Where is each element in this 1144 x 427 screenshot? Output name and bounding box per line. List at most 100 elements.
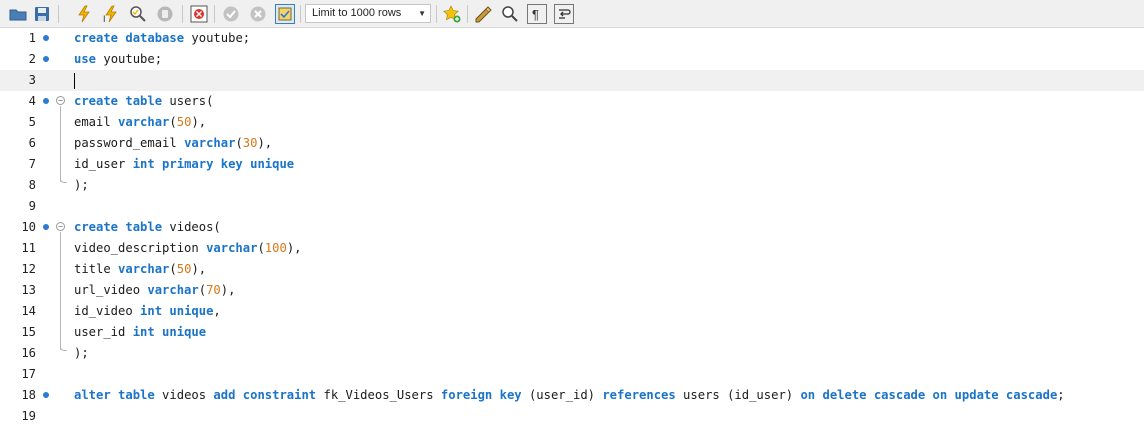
line-number: 7	[28, 157, 36, 171]
limit-rows-value: Limit to 1000 rows	[312, 7, 402, 19]
code-line[interactable]: 13 url_video varchar(70),	[0, 280, 1144, 301]
statement-marker-icon	[43, 98, 49, 104]
sql-identifier: );	[74, 178, 89, 192]
code-line[interactable]: 4 − create table users(	[0, 91, 1144, 112]
sql-identifier: ),	[191, 262, 207, 276]
line-number: 4	[28, 94, 36, 108]
code-line[interactable]: 2 use youtube;	[0, 49, 1144, 70]
line-number: 12	[21, 262, 36, 276]
code-text: url_video varchar(70),	[74, 280, 235, 301]
rollback-icon[interactable]	[248, 4, 268, 24]
invisible-chars-icon[interactable]: ¶	[527, 4, 547, 24]
line-number: 17	[21, 367, 36, 381]
sql-keyword: create	[74, 31, 119, 45]
sql-keyword: varchar	[184, 136, 236, 150]
code-line[interactable]: 17	[0, 364, 1144, 385]
code-line[interactable]: 7 id_user int primary key unique	[0, 154, 1144, 175]
fold-toggle-icon[interactable]: −	[56, 222, 65, 231]
sql-identifier: videos	[154, 388, 214, 402]
sql-keyword: varchar	[206, 241, 258, 255]
toggle-errors-icon[interactable]	[189, 4, 209, 24]
sql-identifier: (	[235, 136, 243, 150]
code-text: create database youtube;	[74, 28, 250, 49]
sql-identifier: video_description	[74, 241, 207, 255]
autocommit-icon[interactable]	[275, 4, 295, 24]
code-line[interactable]: 3	[0, 70, 1144, 91]
code-text: password_email varchar(30),	[74, 133, 272, 154]
svg-text:I: I	[103, 14, 106, 23]
execute-icon[interactable]	[74, 4, 94, 24]
statement-marker-icon	[43, 224, 49, 230]
sql-identifier: id_user	[74, 157, 133, 171]
sql-editor-toolbar: I Limit to 1000 rows ▼ ¶	[0, 0, 1144, 28]
code-line[interactable]: 18 alter table videos add constraint fk_V…	[0, 385, 1144, 406]
sql-number: 30	[242, 136, 258, 150]
find-icon[interactable]	[500, 4, 520, 24]
code-line[interactable]: 11 video_description varchar(100),	[0, 238, 1144, 259]
sql-keyword: use	[74, 52, 97, 66]
sql-keyword: foreign key	[440, 388, 522, 402]
code-line[interactable]: 9	[0, 196, 1144, 217]
commit-icon[interactable]	[221, 4, 241, 24]
sql-keyword: alter table	[74, 388, 155, 402]
code-text: video_description varchar(100),	[74, 238, 302, 259]
code-line[interactable]: 14 id_video int unique,	[0, 301, 1144, 322]
sql-identifier: );	[74, 346, 89, 360]
sql-identifier: fk_Videos_Users	[316, 388, 441, 402]
open-folder-icon[interactable]	[8, 4, 28, 24]
line-number: 2	[28, 52, 36, 66]
sql-identifier: ),	[286, 241, 302, 255]
sql-identifier: (	[198, 283, 207, 297]
code-text: use youtube;	[74, 49, 162, 70]
sql-number: 50	[176, 262, 192, 276]
sql-keyword: create	[74, 94, 119, 108]
toolbar-separator	[58, 5, 59, 23]
code-text: email varchar(50),	[74, 112, 206, 133]
explain-icon[interactable]	[128, 4, 148, 24]
code-line[interactable]: 6 password_email varchar(30),	[0, 133, 1144, 154]
sql-identifier: ),	[257, 136, 273, 150]
wrap-icon[interactable]	[554, 4, 574, 24]
code-line[interactable]: 8);	[0, 175, 1144, 196]
sql-editor[interactable]: 1 create database youtube; 2 use youtube; 3 4…	[0, 28, 1144, 423]
fold-guide	[60, 232, 61, 350]
code-line[interactable]: 5 email varchar(50),	[0, 112, 1144, 133]
sql-keyword: int unique	[140, 304, 214, 318]
line-number: 10	[21, 220, 36, 234]
code-line[interactable]: 12 title varchar(50),	[0, 259, 1144, 280]
toolbar-separator	[436, 5, 437, 23]
sql-identifier: ),	[220, 283, 236, 297]
save-icon[interactable]	[32, 4, 52, 24]
sql-keyword: int unique	[132, 325, 207, 339]
line-number: 1	[28, 31, 36, 45]
beautify-icon[interactable]	[473, 4, 493, 24]
code-line[interactable]: 19	[0, 406, 1144, 427]
sql-identifier: user_id	[74, 325, 133, 339]
sql-number: 50	[176, 115, 192, 129]
limit-rows-select[interactable]: Limit to 1000 rows ▼	[305, 4, 431, 23]
toolbar-separator	[300, 5, 301, 23]
statement-marker-icon	[43, 56, 49, 62]
add-snippet-icon[interactable]	[442, 4, 462, 24]
sql-identifier: (user_id)	[521, 388, 603, 402]
execute-current-icon[interactable]: I	[101, 4, 121, 24]
fold-toggle-icon[interactable]: −	[56, 96, 65, 105]
code-line[interactable]: 1 create database youtube;	[0, 28, 1144, 49]
code-text: user_id int unique	[74, 322, 206, 343]
sql-keyword: database	[125, 31, 185, 45]
code-line[interactable]: 16);	[0, 343, 1144, 364]
sql-identifier: users (id_user)	[675, 388, 801, 402]
line-number: 18	[21, 388, 36, 402]
code-text: create table videos(	[74, 217, 221, 238]
code-line[interactable]: 15 user_id int unique	[0, 322, 1144, 343]
sql-identifier: ,	[213, 304, 221, 318]
stop-icon[interactable]	[155, 4, 175, 24]
sql-number: 100	[264, 241, 287, 255]
statement-marker-icon	[43, 35, 49, 41]
sql-identifier: (	[169, 262, 177, 276]
code-text: );	[74, 175, 89, 196]
fold-end-marker	[60, 345, 67, 351]
code-text: id_user int primary key unique	[74, 154, 294, 175]
line-number: 19	[21, 409, 36, 423]
code-line[interactable]: 10 − create table videos(	[0, 217, 1144, 238]
